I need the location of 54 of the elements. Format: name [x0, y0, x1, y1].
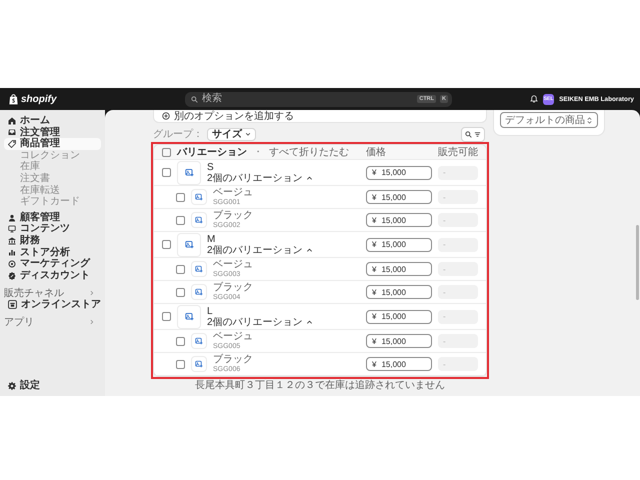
available-field: -: [438, 213, 478, 227]
inventory-note: 長尾本具町３丁目１２の３で在庫は追跡されていません: [194, 380, 446, 391]
nav-item[interactable]: 財務: [4, 234, 101, 247]
price-field[interactable]: ¥ 15,000: [366, 213, 432, 227]
available-field: -: [438, 285, 478, 299]
nav-item[interactable]: ディスカウント: [4, 270, 101, 282]
nav-item[interactable]: 注文管理: [4, 126, 101, 138]
collapse-all-link[interactable]: すべて折りたたむ: [269, 145, 349, 159]
available-field: -: [438, 334, 478, 348]
variant-name: ブラック: [213, 210, 253, 221]
nav-item[interactable]: 設定: [4, 380, 101, 392]
available-field: -: [438, 357, 478, 371]
column-header: バリエーション: [177, 146, 247, 159]
available-field: -: [438, 166, 478, 180]
price-field[interactable]: ¥ 15,000: [366, 238, 432, 252]
variant-name: ブラック: [213, 354, 253, 365]
price-field[interactable]: ¥ 15,000: [366, 262, 432, 276]
variant-count-toggle[interactable]: 2個のバリエーション: [207, 316, 313, 328]
price-field[interactable]: ¥ 15,000: [366, 310, 432, 324]
group-dropdown[interactable]: サイズ: [207, 128, 256, 140]
variant-name: L: [207, 306, 214, 316]
group-label: グループ：: [153, 128, 203, 141]
separator-dot: ・: [253, 146, 263, 159]
nav-item[interactable]: マーケティング: [4, 258, 101, 270]
variant-name: S: [207, 162, 215, 172]
available-field: -: [438, 238, 478, 252]
section-title: 販売チャネル: [4, 286, 64, 300]
available-field: -: [438, 190, 478, 204]
nav-item[interactable]: コンテンツ: [4, 223, 101, 235]
nav-item[interactable]: 顧客管理: [4, 212, 101, 224]
logo-text: shopify: [21, 94, 57, 104]
nav-item[interactable]: ホーム: [4, 115, 101, 127]
price-field[interactable]: ¥ 15,000: [366, 166, 432, 180]
nav-item[interactable]: オンラインストア: [4, 298, 101, 310]
variant-name: ベージュ: [213, 187, 253, 198]
variant-name: ベージュ: [213, 259, 253, 270]
nav-item[interactable]: 商品管理: [4, 138, 101, 150]
variant-count-toggle[interactable]: 2個のバリエーション: [207, 244, 313, 256]
variant-name: ベージュ: [213, 331, 253, 342]
add-option-button[interactable]: 別のオプションを追加する: [162, 110, 294, 122]
variant-count-toggle[interactable]: 2個のバリエーション: [207, 172, 313, 184]
nav-item[interactable]: ストア分析: [4, 246, 101, 258]
column-header: 販売可能: [438, 146, 478, 159]
price-field[interactable]: ¥ 15,000: [366, 334, 432, 348]
template-select[interactable]: デフォルトの商品: [500, 112, 598, 128]
price-field[interactable]: ¥ 15,000: [366, 357, 432, 371]
column-header: 価格: [366, 146, 387, 159]
price-field[interactable]: ¥ 15,000: [366, 285, 432, 299]
available-field: -: [438, 262, 478, 276]
available-field: -: [438, 310, 478, 324]
section-title: アプリ: [4, 316, 34, 330]
variant-name: M: [207, 234, 216, 244]
variant-name: ブラック: [213, 282, 253, 293]
price-field[interactable]: ¥ 15,000: [366, 190, 432, 204]
